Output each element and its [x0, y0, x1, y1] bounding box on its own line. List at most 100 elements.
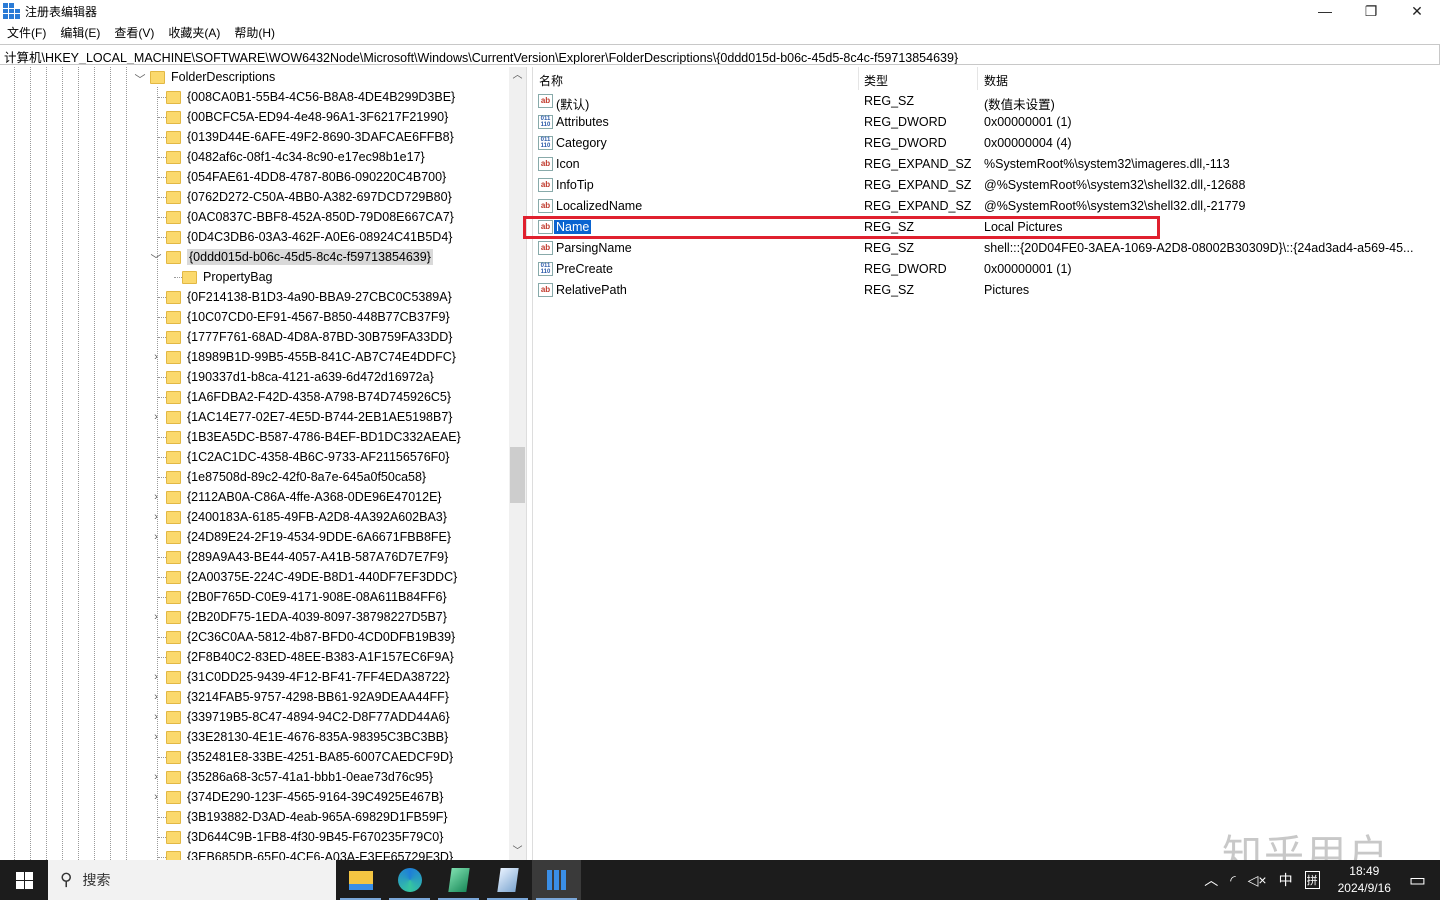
tree-item[interactable]: {054FAE61-4DD8-4787-80B6-090220C4B700} [166, 167, 446, 187]
tree-item[interactable]: {1777F761-68AD-4D8A-87BD-30B759FA33DD} [166, 327, 452, 347]
tree-item[interactable]: {0482af6c-08f1-4c34-8c90-e17ec98b1e17} [166, 147, 425, 167]
notepad-blue-app[interactable] [483, 860, 532, 900]
tree-item[interactable]: {3B193882-D3AD-4eab-965A-69829D1FB59F} [166, 807, 448, 827]
value-row[interactable]: ab Icon REG_EXPAND_SZ %SystemRoot%\system32… [533, 154, 1440, 175]
notepad-green-app[interactable] [434, 860, 483, 900]
tree-item[interactable]: {00BCFC5A-ED94-4e48-96A1-3F6217F21990} [166, 107, 448, 127]
taskbar-search[interactable]: ⚲ 搜索 [48, 860, 336, 900]
tree-item[interactable]: {3EB685DB-65F0-4CF6-A03A-E3EF65729F3D} [166, 847, 453, 860]
tree-item[interactable]: {24D89E24-2F19-4534-9DDE-6A6671FBB8FE} [166, 527, 451, 547]
value-row[interactable]: ab LocalizedName REG_EXPAND_SZ @%SystemRoot… [533, 196, 1440, 217]
maximize-button[interactable]: ❐ [1348, 0, 1394, 22]
value-row[interactable]: ab RelativePath REG_SZ Pictures [533, 280, 1440, 301]
tree-item[interactable]: {0AC0837C-BBF8-452A-850D-79D08E667CA7} [166, 207, 454, 227]
binary-value-icon: 011 110 [538, 115, 553, 129]
chevron-right-icon[interactable]: › [150, 351, 162, 363]
tree-item[interactable]: {35286a68-3c57-41a1-bbb1-0eae73d76c95} [166, 767, 433, 787]
scroll-up-icon[interactable]: ︿ [509, 67, 526, 84]
tree-item[interactable]: {2C36C0AA-5812-4b87-BFD0-4CD0DFB19B39} [166, 627, 455, 647]
file-explorer-app[interactable] [336, 860, 385, 900]
chevron-right-icon[interactable]: › [150, 611, 162, 623]
tree-item[interactable]: {339719B5-8C47-4894-94C2-D8F77ADD44A6} [166, 707, 450, 727]
chevron-right-icon[interactable]: › [150, 531, 162, 543]
minimize-button[interactable]: — [1302, 0, 1348, 22]
ime-indicator[interactable]: 拼 [1304, 871, 1320, 889]
menu-edit[interactable]: 编辑(E) [53, 24, 107, 41]
tree-item[interactable]: {31C0DD25-9439-4F12-BF41-7FF4EDA38722} [166, 667, 450, 687]
address-bar[interactable]: 计算机\HKEY_LOCAL_MACHINE\SOFTWARE\WOW6432N… [0, 44, 1440, 65]
value-row[interactable]: ab InfoTip REG_EXPAND_SZ @%SystemRoot%\syst… [533, 175, 1440, 196]
menu-file[interactable]: 文件(F) [0, 24, 53, 41]
tree-scrollbar[interactable]: ︿ ﹀ [509, 67, 526, 860]
menu-favorites[interactable]: 收藏夹(A) [161, 24, 227, 41]
show-hidden-icons-icon[interactable]: ︿ [1204, 870, 1218, 890]
chevron-down-icon[interactable]: ﹀ [150, 251, 162, 267]
ime-mode[interactable]: 中 [1279, 870, 1293, 890]
tree-item[interactable]: {0762D272-C50A-4BB0-A382-697DCD729B80} [166, 187, 452, 207]
tree-item[interactable]: {1A6FDBA2-F42D-4358-A798-B74D745926C5} [166, 387, 451, 407]
tree-item[interactable]: {2B0F765D-C0E9-4171-908E-08A611B84FF6} [166, 587, 447, 607]
chevron-right-icon[interactable]: › [150, 671, 162, 683]
chevron-down-icon[interactable]: ﹀ [134, 71, 146, 87]
volume-muted-icon[interactable]: ◁× [1248, 872, 1267, 889]
chevron-right-icon[interactable]: › [150, 491, 162, 503]
tree-item[interactable]: {1B3EA5DC-B587-4786-B4EF-BD1DC332AEAE} [166, 427, 461, 447]
chevron-right-icon[interactable]: › [150, 791, 162, 803]
tree-item[interactable]: {2112AB0A-C86A-4ffe-A368-0DE96E47012E} [166, 487, 442, 507]
chevron-right-icon[interactable]: › [150, 711, 162, 723]
tree-item[interactable]: {3D644C9B-1FB8-4f30-9B45-F670235F79C0} [166, 827, 443, 847]
tree-item[interactable]: {2F8B40C2-83ED-48EE-B383-A1F157EC6F9A} [166, 647, 454, 667]
tree-item[interactable]: {0139D44E-6AFE-49F2-8690-3DAFCAE6FFB8} [166, 127, 454, 147]
value-row[interactable]: 011 110 Attributes REG_DWORD 0x00000001 (1) [533, 112, 1440, 133]
menu-help[interactable]: 帮助(H) [227, 24, 282, 41]
folder-icon [166, 750, 181, 764]
tree-item[interactable]: {0F214138-B1D3-4a90-BBA9-27CBC0C5389A} [166, 287, 452, 307]
tree-item[interactable]: {3214FAB5-9757-4298-BB61-92A9DEAA44FF} [166, 687, 449, 707]
edge-app[interactable] [385, 860, 434, 900]
chevron-right-icon[interactable]: › [150, 691, 162, 703]
tree-item[interactable]: {2B20DF75-1EDA-4039-8097-38798227D5B7} [166, 607, 447, 627]
tree-item[interactable]: {2A00375E-224C-49DE-B8D1-440DF7EF3DDC} [166, 567, 457, 587]
tree-item-folderdescriptions[interactable]: FolderDescriptions [150, 67, 275, 87]
network-icon[interactable]: ◜ [1230, 872, 1235, 889]
tree-item[interactable]: {1e87508d-89c2-42f0-8a7e-645a0f50ca58} [166, 467, 426, 487]
regedit-app[interactable] [532, 860, 581, 900]
tree-connector [158, 577, 166, 578]
value-data: 0x00000004 (4) [984, 136, 1072, 150]
scroll-down-icon[interactable]: ﹀ [509, 843, 526, 860]
tree-item[interactable]: {0D4C3DB6-03A3-462F-A0E6-08924C41B5D4} [166, 227, 452, 247]
tree-item-label: {0D4C3DB6-03A3-462F-A0E6-08924C41B5D4} [187, 230, 453, 244]
value-row[interactable]: 011 110 Category REG_DWORD 0x00000004 (4) [533, 133, 1440, 154]
tree-item[interactable]: {008CA0B1-55B4-4C56-B8A8-4DE4B299D3BE} [166, 87, 455, 107]
tree-item[interactable]: {33E28130-4E1E-4676-835A-98395C3BC3BB} [166, 727, 448, 747]
clock[interactable]: 18:49 2024/9/16 [1338, 863, 1391, 897]
chevron-right-icon[interactable]: › [150, 731, 162, 743]
tree-item[interactable]: {1AC14E77-02E7-4E5D-B744-2EB1AE5198B7} [166, 407, 452, 427]
value-row[interactable]: ab ParsingName REG_SZ shell:::{20D04FE0-3AE… [533, 238, 1440, 259]
value-row[interactable]: ab (默认) REG_SZ (数值未设置) [533, 91, 1440, 112]
start-button[interactable] [0, 860, 48, 900]
folder-icon [166, 310, 181, 324]
menu-view[interactable]: 查看(V) [107, 24, 161, 41]
tree-item[interactable]: {352481E8-33BE-4251-BA85-6007CAEDCF9D} [166, 747, 453, 767]
tree-item[interactable]: {2400183A-6185-49FB-A2D8-4A392A602BA3} [166, 507, 447, 527]
column-data[interactable]: 数据 [984, 72, 1008, 89]
tree-item[interactable]: {0ddd015d-b06c-45d5-8c4c-f59713854639} [166, 247, 433, 267]
folder-icon [166, 470, 181, 484]
tree-item[interactable]: {1C2AC1DC-4358-4B6C-9733-AF21156576F0} [166, 447, 449, 467]
close-button[interactable]: ✕ [1394, 0, 1440, 22]
value-row[interactable]: 011 110 PreCreate REG_DWORD 0x00000001 (1) [533, 259, 1440, 280]
scroll-thumb[interactable] [510, 447, 525, 503]
tree-item[interactable]: {374DE290-123F-4565-9164-39C4925E467B} [166, 787, 443, 807]
tree-item[interactable]: {10C07CD0-EF91-4567-B850-448B77CB37F9} [166, 307, 450, 327]
tree-item[interactable]: {289A9A43-BE44-4057-A41B-587A76D7E7F9} [166, 547, 448, 567]
column-type[interactable]: 类型 [864, 72, 888, 89]
notification-center-icon[interactable]: ▭ [1409, 870, 1426, 891]
chevron-right-icon[interactable]: › [150, 411, 162, 423]
tree-item[interactable]: PropertyBag [182, 267, 272, 287]
chevron-right-icon[interactable]: › [150, 511, 162, 523]
column-name[interactable]: 名称 [539, 72, 563, 89]
tree-item[interactable]: {18989B1D-99B5-455B-841C-AB7C74E4DDFC} [166, 347, 456, 367]
chevron-right-icon[interactable]: › [150, 771, 162, 783]
tree-item[interactable]: {190337d1-b8ca-4121-a639-6d472d16972a} [166, 367, 434, 387]
